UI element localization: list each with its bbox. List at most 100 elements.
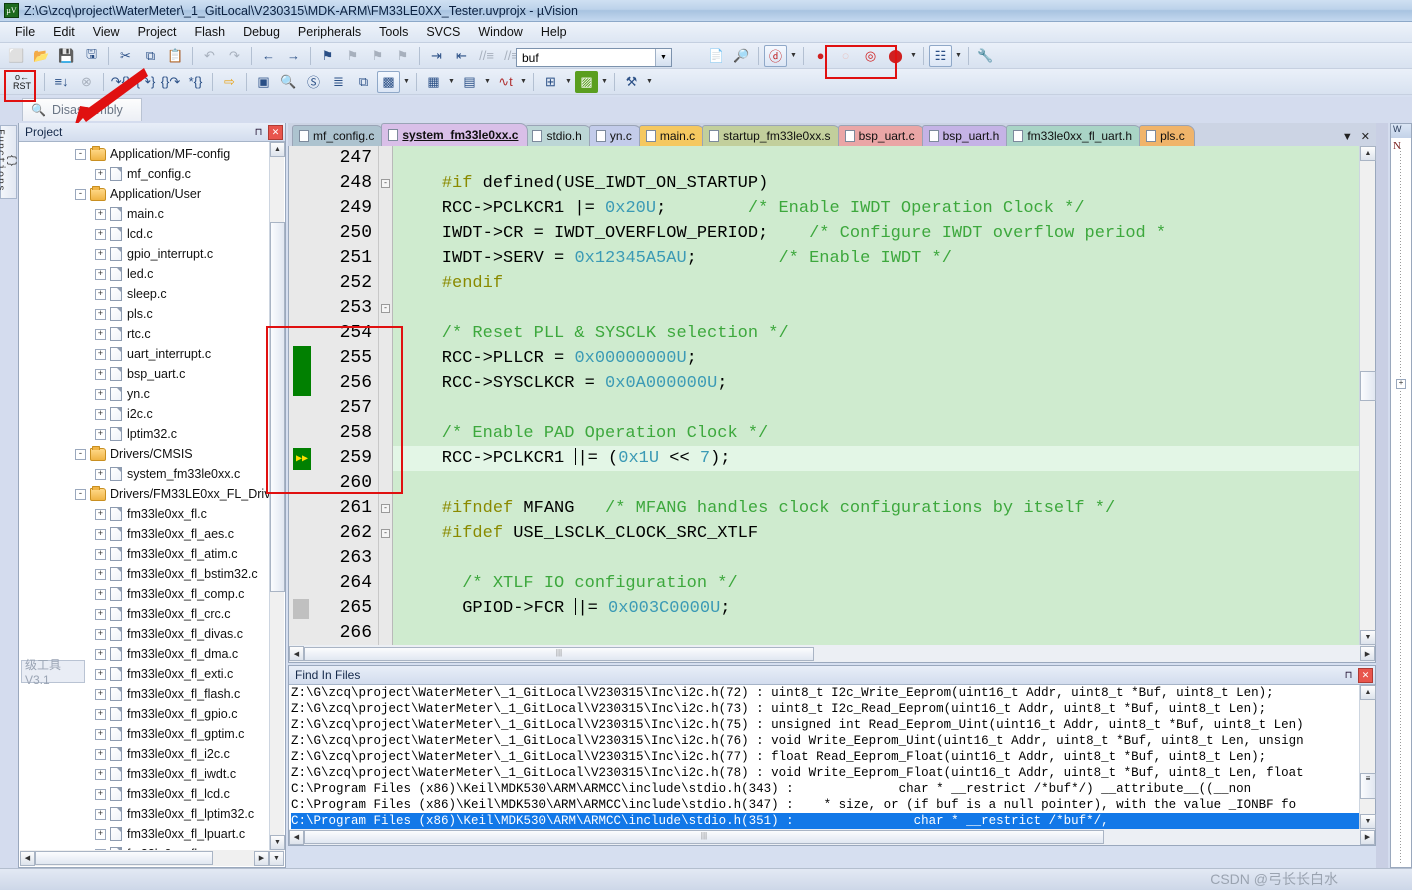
code-line[interactable]: [393, 546, 1359, 571]
undo-icon[interactable]: ↶: [198, 45, 221, 67]
expand-icon[interactable]: +: [95, 288, 106, 300]
chevron-down-icon[interactable]: ▼: [1342, 131, 1353, 143]
show-next-statement-icon[interactable]: ⇨: [218, 71, 241, 93]
search-combo[interactable]: buf ▼: [512, 48, 672, 67]
disassembly-window-icon[interactable]: 🔍: [277, 71, 300, 93]
fold-toggle-icon[interactable]: -: [381, 504, 390, 513]
menu-item-tools[interactable]: Tools: [370, 23, 417, 41]
fold-cell[interactable]: [379, 596, 392, 621]
fold-cell[interactable]: [379, 196, 392, 221]
scrollbar-thumb[interactable]: [1360, 371, 1376, 401]
configure-icon[interactable]: 🔧: [974, 45, 997, 67]
editor-tab-startup-fm33le0xx-s[interactable]: startup_fm33le0xx.s: [702, 125, 841, 146]
bookmark-next-icon[interactable]: ⚑: [366, 45, 389, 67]
kill-breakpoints-dropdown-icon[interactable]: ▼: [908, 45, 919, 67]
serial-window-icon[interactable]: ▤: [458, 71, 481, 93]
expand-icon[interactable]: +: [95, 728, 106, 740]
pin-icon[interactable]: ⊓: [251, 125, 266, 140]
expand-icon[interactable]: +: [95, 688, 106, 700]
tree-file-node[interactable]: + fm33le0xx_fl_lptim32.c: [19, 804, 285, 824]
code-line[interactable]: [393, 146, 1359, 171]
expand-icon[interactable]: +: [95, 808, 106, 820]
scroll-up-icon[interactable]: ▲: [1360, 146, 1376, 161]
find-result-row[interactable]: Z:\G\zcq\project\WaterMeter\_1_GitLocal\…: [291, 765, 1359, 781]
fold-cell[interactable]: -: [379, 521, 392, 546]
expand-icon[interactable]: +: [95, 348, 106, 360]
save-all-icon[interactable]: 🖫: [80, 45, 103, 67]
toolbox-icon[interactable]: ⚒: [620, 71, 643, 93]
expand-icon[interactable]: +: [95, 828, 106, 840]
scroll-left-icon[interactable]: ◀: [289, 646, 304, 661]
paste-icon[interactable]: 📋: [164, 45, 187, 67]
expand-icon[interactable]: +: [95, 568, 106, 580]
tree-file-node[interactable]: + fm33le0xx_fl_i2c.c: [19, 744, 285, 764]
expand-icon[interactable]: +: [95, 428, 106, 440]
navigate-back-icon[interactable]: ←: [257, 45, 280, 67]
editor-tab-fm33le0xx-fl-uart-h[interactable]: fm33le0xx_fl_uart.h: [1006, 125, 1143, 146]
navigate-forward-icon[interactable]: →: [282, 45, 305, 67]
debug-session-icon[interactable]: ⓓ: [764, 44, 787, 67]
memory-window-dropdown-icon[interactable]: ▼: [446, 71, 457, 93]
expand-icon[interactable]: +: [95, 588, 106, 600]
scroll-left-icon[interactable]: ◀: [20, 850, 35, 866]
menu-item-window[interactable]: Window: [469, 23, 531, 41]
expand-icon[interactable]: +: [95, 268, 106, 280]
code-line[interactable]: #endif: [393, 271, 1359, 296]
scroll-right-icon[interactable]: ▶: [254, 850, 269, 866]
comment-icon[interactable]: //≡: [475, 45, 498, 67]
expand-icon[interactable]: +: [95, 708, 106, 720]
editor-tab-stdio-h[interactable]: stdio.h: [525, 125, 592, 146]
step-out-icon[interactable]: {}↷: [159, 71, 182, 93]
scroll-down-icon[interactable]: ▼: [1360, 814, 1376, 829]
watch-window-icon[interactable]: ▩: [377, 70, 400, 93]
tree-file-node[interactable]: + led.c: [19, 264, 285, 284]
editor-vscrollbar[interactable]: ▲ ▼: [1359, 146, 1376, 645]
fold-toggle-icon[interactable]: -: [381, 529, 390, 538]
hscrollbar-thumb[interactable]: |||: [304, 830, 1104, 844]
menu-item-edit[interactable]: Edit: [44, 23, 84, 41]
scroll-down-icon[interactable]: ▼: [270, 835, 285, 850]
project-tree-vscrollbar[interactable]: ▲ ▼: [269, 142, 285, 850]
analysis-window-dropdown-icon[interactable]: ▼: [518, 71, 529, 93]
find-result-row[interactable]: C:\Program Files (x86)\Keil\MDK530\ARM\A…: [291, 813, 1359, 829]
find-in-files-hscrollbar[interactable]: ◀ ||| ▶: [289, 829, 1375, 845]
editor-tab-yn-c[interactable]: yn.c: [588, 125, 642, 146]
tree-file-node[interactable]: + lptim32.c: [19, 424, 285, 444]
tree-file-node[interactable]: + bsp_uart.c: [19, 364, 285, 384]
code-line[interactable]: /* XTLF IO configuration */: [393, 571, 1359, 596]
fold-cell[interactable]: [379, 271, 392, 296]
tree-file-node[interactable]: + fm33le0xx_fl_iwdt.c: [19, 764, 285, 784]
fold-cell[interactable]: [379, 221, 392, 246]
project-tree[interactable]: - Application/MF-config + mf_config.c - Appli…: [19, 142, 285, 850]
right-panel-tab[interactable]: W: [1391, 124, 1411, 138]
serial-window-dropdown-icon[interactable]: ▼: [482, 71, 493, 93]
editor-tabstrip[interactable]: mf_config.c system_fm33le0xx.c stdio.h yn.c…: [288, 123, 1376, 146]
analysis-window-icon[interactable]: ∿t: [494, 71, 517, 93]
menu-item-help[interactable]: Help: [532, 23, 576, 41]
tree-file-node[interactable]: + fm33le0xx_fl_lcd.c: [19, 784, 285, 804]
bookmark-toggle-icon[interactable]: ⚑: [316, 45, 339, 67]
scroll-more-icon[interactable]: ▼: [269, 850, 284, 866]
expand-icon[interactable]: +: [95, 168, 106, 180]
editor-tab-system-fm33le0xx-c[interactable]: system_fm33le0xx.c: [381, 123, 529, 146]
expand-icon[interactable]: +: [95, 508, 106, 520]
scrollbar-thumb[interactable]: ≡: [1360, 773, 1376, 799]
run-to-cursor-icon[interactable]: *{}: [184, 71, 207, 93]
pin-icon[interactable]: ⊓: [1341, 668, 1356, 683]
expander-icon[interactable]: +: [1396, 379, 1406, 389]
fold-cell[interactable]: -: [379, 171, 392, 196]
tree-group-node[interactable]: - Application/User: [19, 184, 285, 204]
code-editor[interactable]: ▶▶ 247 248 249 250 251 252 253 254 255 256 257 258 2…: [288, 146, 1376, 663]
reset-cpu-button[interactable]: o← RST: [5, 71, 39, 93]
code-line[interactable]: /* Reset PLL & SYSCLK selection */: [393, 321, 1359, 346]
fold-cell[interactable]: [379, 421, 392, 446]
expand-icon[interactable]: +: [95, 248, 106, 260]
search-dropdown-icon[interactable]: ▼: [655, 49, 671, 66]
scrollbar-thumb[interactable]: [270, 222, 285, 592]
tree-file-node[interactable]: + rtc.c: [19, 324, 285, 344]
scroll-right-icon[interactable]: ▶: [1360, 829, 1375, 845]
insert-breakpoint-icon[interactable]: ●: [809, 45, 832, 67]
system-viewer-dropdown-icon[interactable]: ▼: [599, 71, 610, 93]
expand-icon[interactable]: +: [95, 408, 106, 420]
tree-group-node[interactable]: - Application/MF-config: [19, 144, 285, 164]
